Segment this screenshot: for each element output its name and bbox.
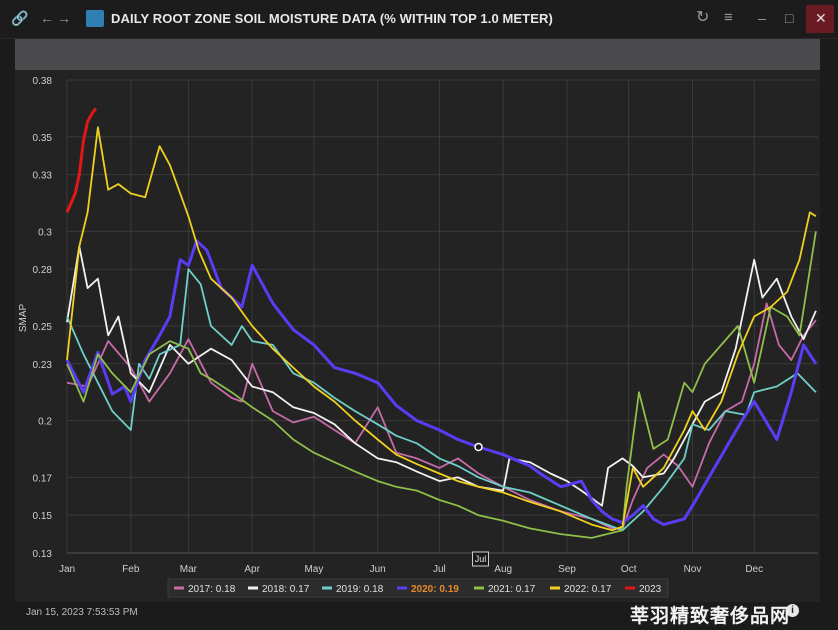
- legend-label-2020: 2020: 0.19: [411, 584, 459, 595]
- y-tick-label: 0.15: [33, 511, 53, 522]
- series-line-2023: [65, 107, 98, 213]
- series-line-2021: [66, 231, 817, 539]
- x-tick-label: Sep: [558, 564, 576, 575]
- y-tick-label: 0.35: [33, 133, 53, 144]
- series-line-2020: [65, 239, 818, 527]
- y-tick-label: 0.13: [33, 549, 53, 560]
- y-axis: 0.13 0.15 0.17 0.2 0.23 0.25 0.28 0.3 0.33 0.35 0.…: [33, 76, 53, 560]
- crosshair-label: Jul: [475, 554, 487, 564]
- x-tick-label: Oct: [621, 564, 637, 575]
- y-tick-label: 0.28: [33, 265, 53, 276]
- y-tick-label: 0.33: [33, 171, 53, 182]
- x-tick-label: Aug: [494, 564, 512, 575]
- legend: 2017: 0.18 2018: 0.17 2019: 0.18 2020: 0.19…: [167, 578, 669, 598]
- x-tick-label: Jan: [59, 564, 75, 575]
- x-tick-label: Dec: [745, 564, 763, 575]
- x-tick-label: Nov: [684, 564, 702, 575]
- legend-label-2021: 2021: 0.17: [488, 584, 536, 595]
- y-tick-label: 0.25: [33, 322, 53, 333]
- x-tick-label: Feb: [122, 564, 140, 575]
- legend-label-2017: 2017: 0.18: [188, 584, 236, 595]
- x-axis: Jan Feb Mar Apr May Jun Jul Aug Sep Oct Nov Dec: [59, 552, 818, 575]
- chart: 0.13 0.15 0.17 0.2 0.23 0.25 0.28 0.3 0.33 0.35 0.…: [18, 76, 818, 598]
- x-tick-label: May: [304, 564, 323, 575]
- y-tick-label: 0.3: [38, 227, 52, 238]
- series-line-2019: [66, 268, 817, 532]
- series-lines: [65, 107, 818, 539]
- chart-annotations: Jul: [472, 442, 490, 567]
- y-tick-label: 0.38: [33, 76, 53, 87]
- timestamp: Jan 15, 2023 7:53:53 PM: [26, 607, 138, 618]
- series-line-2022: [66, 126, 817, 532]
- y-tick-label: 0.23: [33, 360, 53, 371]
- series-line-2017: [66, 302, 817, 530]
- hover-point-marker: [474, 442, 483, 452]
- y-tick-label: 0.2: [38, 417, 52, 428]
- legend-label-2022: 2022: 0.17: [564, 584, 612, 595]
- y-tick-label: 0.17: [33, 473, 53, 484]
- x-tick-label: Apr: [244, 564, 260, 575]
- legend-label-2019: 2019: 0.18: [336, 584, 384, 595]
- legend-label-2018: 2018: 0.17: [262, 584, 310, 595]
- x-tick-label: Jun: [370, 564, 386, 575]
- x-tick-label: Mar: [180, 564, 198, 575]
- watermark: 莘羽精致奢侈品网: [630, 606, 791, 627]
- x-tick-label: Jul: [433, 564, 446, 575]
- y-axis-label: SMAP: [18, 304, 29, 333]
- legend-label-2023: 2023: [639, 584, 662, 595]
